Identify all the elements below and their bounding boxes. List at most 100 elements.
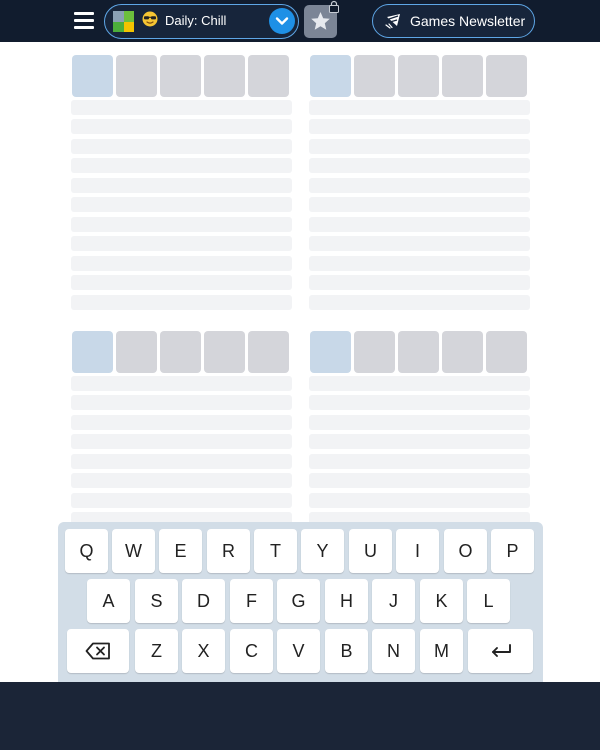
key-f[interactable]: F xyxy=(230,579,273,623)
game-mode-selector[interactable]: Daily: Chill xyxy=(104,4,299,39)
guess-row xyxy=(71,395,292,410)
guess-row xyxy=(71,454,292,469)
sunglasses-emoji-icon xyxy=(142,11,158,27)
guess-row xyxy=(309,100,530,115)
letter-tile[interactable] xyxy=(354,55,395,97)
key-v[interactable]: V xyxy=(277,629,320,673)
guess-row xyxy=(309,217,530,232)
key-n[interactable]: N xyxy=(372,629,415,673)
letter-tile[interactable] xyxy=(398,331,439,373)
key-w[interactable]: W xyxy=(112,529,155,573)
guess-row xyxy=(71,295,292,310)
newsletter-icon xyxy=(385,14,400,29)
letter-tile[interactable] xyxy=(310,331,351,373)
letter-tile[interactable] xyxy=(204,331,245,373)
key-k[interactable]: K xyxy=(420,579,463,623)
guess-row xyxy=(71,119,292,134)
guess-row xyxy=(71,217,292,232)
key-e[interactable]: E xyxy=(159,529,202,573)
guess-row xyxy=(71,139,292,154)
key-d[interactable]: D xyxy=(182,579,225,623)
hamburger-menu-icon[interactable] xyxy=(74,12,94,30)
mode-dropdown-button[interactable] xyxy=(269,8,295,34)
backspace-key[interactable] xyxy=(67,629,129,673)
favorite-star-button[interactable] xyxy=(304,0,339,38)
game-board-1 xyxy=(71,55,292,315)
top-bar: Daily: Chill Games Newsletter xyxy=(0,0,600,42)
guess-row xyxy=(71,197,292,212)
guess-row xyxy=(71,434,292,449)
game-logo-icon xyxy=(113,11,134,32)
backspace-icon xyxy=(85,642,110,660)
game-mode-label: Daily: Chill xyxy=(165,13,227,28)
key-j[interactable]: J xyxy=(372,579,415,623)
letter-tile[interactable] xyxy=(442,331,483,373)
guess-row xyxy=(309,415,530,430)
letter-tile[interactable] xyxy=(310,55,351,97)
letter-tile[interactable] xyxy=(442,55,483,97)
letter-tile[interactable] xyxy=(248,55,289,97)
letter-tile[interactable] xyxy=(248,331,289,373)
footer-bar xyxy=(0,682,600,750)
guess-row xyxy=(71,275,292,290)
key-m[interactable]: M xyxy=(420,629,463,673)
guess-row xyxy=(309,493,530,508)
letter-tile[interactable] xyxy=(116,55,157,97)
letter-tile[interactable] xyxy=(160,331,201,373)
on-screen-keyboard: Q W E R T Y U I O P A S D F G H J K L Z … xyxy=(58,522,543,682)
guess-row xyxy=(309,434,530,449)
letter-tile[interactable] xyxy=(398,55,439,97)
letter-tile[interactable] xyxy=(204,55,245,97)
key-r[interactable]: R xyxy=(207,529,250,573)
guess-row xyxy=(309,119,530,134)
guess-row xyxy=(71,236,292,251)
lock-icon xyxy=(329,0,339,13)
letter-tile[interactable] xyxy=(72,331,113,373)
guess-row xyxy=(309,236,530,251)
guess-row xyxy=(309,275,530,290)
key-q[interactable]: Q xyxy=(65,529,108,573)
key-s[interactable]: S xyxy=(135,579,178,623)
guess-row xyxy=(309,256,530,271)
key-g[interactable]: G xyxy=(277,579,320,623)
key-b[interactable]: B xyxy=(325,629,368,673)
enter-key[interactable] xyxy=(468,629,533,673)
key-p[interactable]: P xyxy=(491,529,534,573)
guess-row xyxy=(71,473,292,488)
guess-row xyxy=(309,395,530,410)
letter-tile[interactable] xyxy=(354,331,395,373)
guess-row xyxy=(71,256,292,271)
key-h[interactable]: H xyxy=(325,579,368,623)
key-z[interactable]: Z xyxy=(135,629,178,673)
key-t[interactable]: T xyxy=(254,529,297,573)
chevron-down-icon xyxy=(275,17,289,25)
guess-row xyxy=(71,158,292,173)
guess-row xyxy=(309,473,530,488)
letter-tile[interactable] xyxy=(116,331,157,373)
guess-row xyxy=(309,295,530,310)
newsletter-label: Games Newsletter xyxy=(410,13,526,29)
letter-tile[interactable] xyxy=(160,55,201,97)
guess-row xyxy=(71,178,292,193)
key-x[interactable]: X xyxy=(182,629,225,673)
enter-arrow-icon xyxy=(491,644,511,657)
guess-row xyxy=(309,178,530,193)
letter-tile[interactable] xyxy=(486,331,527,373)
guess-row xyxy=(71,493,292,508)
key-i[interactable]: I xyxy=(396,529,439,573)
guess-row xyxy=(309,197,530,212)
games-newsletter-button[interactable]: Games Newsletter xyxy=(372,4,535,38)
key-l[interactable]: L xyxy=(467,579,510,623)
guess-row xyxy=(309,139,530,154)
key-o[interactable]: O xyxy=(444,529,487,573)
letter-tile[interactable] xyxy=(72,55,113,97)
key-c[interactable]: C xyxy=(230,629,273,673)
game-board-2 xyxy=(309,55,530,315)
letter-tile[interactable] xyxy=(486,55,527,97)
key-u[interactable]: U xyxy=(349,529,392,573)
key-a[interactable]: A xyxy=(87,579,130,623)
guess-row xyxy=(71,100,292,115)
guess-row xyxy=(309,158,530,173)
guess-row xyxy=(71,376,292,391)
key-y[interactable]: Y xyxy=(301,529,344,573)
